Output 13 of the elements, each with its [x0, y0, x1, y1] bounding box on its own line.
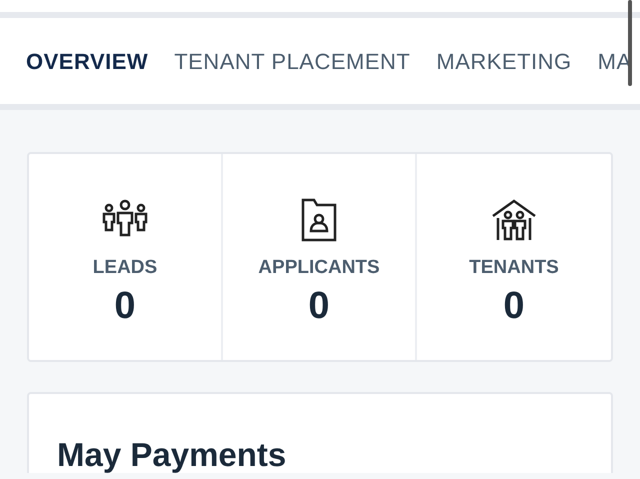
- tab[interactable]: OVERVIEW: [26, 45, 148, 104]
- scrollbar[interactable]: [628, 0, 632, 86]
- tab[interactable]: MARKETING: [436, 45, 572, 104]
- stat-value: 0: [308, 287, 330, 325]
- tab[interactable]: TENANT PLACEMENT: [174, 45, 410, 104]
- stat-value: 0: [114, 287, 136, 325]
- contact-folder-icon: [301, 198, 337, 242]
- house-people-icon: [491, 198, 537, 242]
- stat-label: TENANTS: [469, 258, 559, 277]
- card-title: May Payments: [57, 438, 288, 471]
- stat-value: 0: [503, 287, 525, 325]
- stat-label: LEADS: [92, 258, 158, 277]
- stat-label: APPLICANTS: [258, 258, 380, 277]
